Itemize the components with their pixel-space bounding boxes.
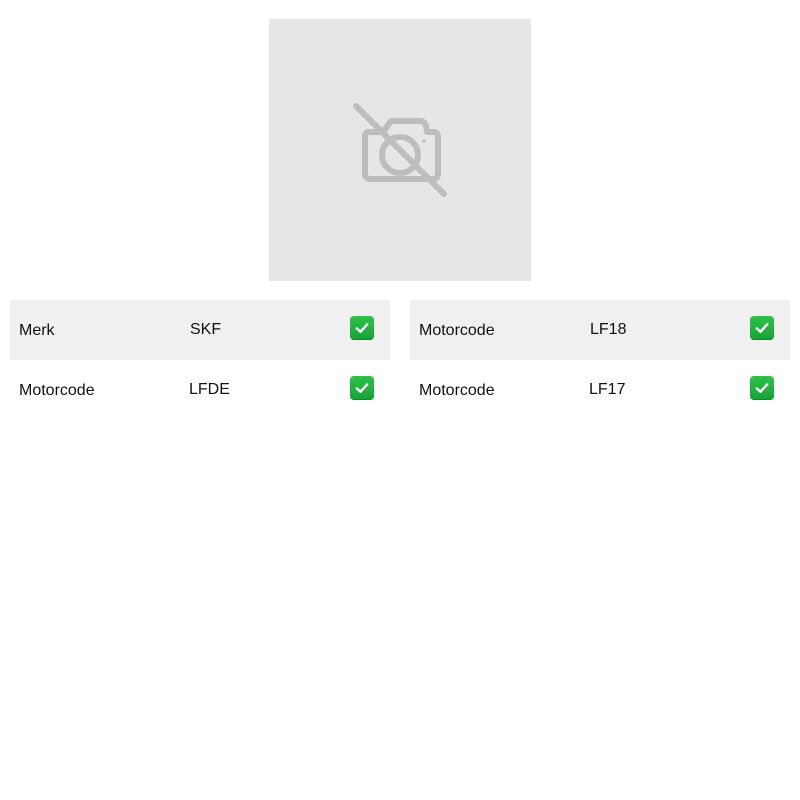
spec-row: Merk SKF: [10, 300, 390, 360]
product-image-placeholder: [269, 19, 531, 281]
spec-table-right: Motorcode LF18 Motorcode LF17: [410, 300, 790, 420]
spec-label: Motorcode: [419, 322, 495, 339]
spec-label: Motorcode: [419, 382, 495, 399]
spec-value: SKF: [190, 321, 222, 338]
spec-value: LF17: [589, 381, 626, 398]
spec-row: Motorcode LF17: [410, 360, 790, 420]
spec-table-left: Merk SKF Motorcode LFDE: [10, 300, 390, 420]
spec-row: Motorcode LFDE: [10, 360, 390, 420]
check-icon: [350, 376, 374, 400]
spec-label: Motorcode: [19, 382, 95, 399]
check-icon: [750, 316, 774, 340]
spec-value: LF18: [590, 321, 627, 338]
product-detail-page: Merk SKF Motorcode LFDE Motorcode LF18 M…: [0, 0, 800, 800]
check-icon: [350, 316, 374, 340]
camera-off-icon: [353, 103, 447, 197]
spec-value: LFDE: [189, 381, 230, 398]
spec-label: Merk: [19, 322, 55, 339]
check-icon: [750, 376, 774, 400]
spec-row: Motorcode LF18: [410, 300, 790, 360]
